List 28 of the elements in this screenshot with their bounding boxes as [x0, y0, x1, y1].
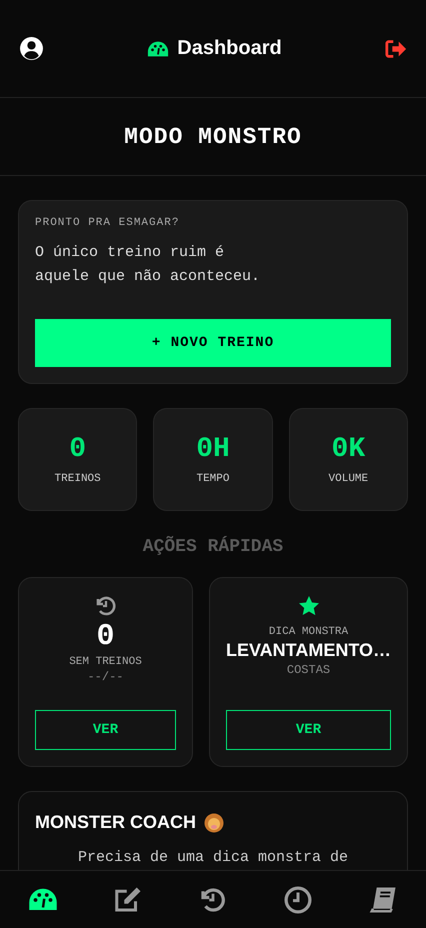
- dashboard-icon: [147, 40, 170, 58]
- coach-text: Precisa de uma dica monstra de: [76, 849, 350, 866]
- logout-icon[interactable]: [385, 38, 407, 58]
- stat-label: TEMPO: [196, 473, 230, 485]
- coach-title: MONSTER COACH: [35, 812, 196, 833]
- status-label: SEM TREINOS: [69, 656, 142, 668]
- lion-icon: [204, 812, 224, 832]
- app-title: Dashboard: [177, 37, 282, 60]
- workout-count: 0: [96, 620, 114, 654]
- section-title: AÇÕES RÁPIDAS: [142, 537, 284, 557]
- muscle-label: COSTAS: [286, 663, 330, 677]
- page-title: MODO MONSTRO: [124, 124, 302, 150]
- stat-value: 0K: [332, 434, 366, 465]
- new-workout-button[interactable]: + NOVO TREINO: [35, 319, 391, 367]
- star-icon: [296, 594, 320, 618]
- tip-label: DICA MONSTRA: [268, 626, 348, 638]
- stat-value: 0H: [196, 434, 230, 465]
- date-text: --/--: [87, 670, 124, 684]
- stat-label: TREINOS: [54, 473, 101, 485]
- view-button[interactable]: VER: [35, 710, 176, 750]
- stat-label: VOLUME: [328, 473, 368, 485]
- eyebrow-text: PRONTO PRA ESMAGAR?: [35, 217, 180, 229]
- history-icon: [94, 594, 118, 618]
- quote-text: O único treino ruim é aquele que não aconteceu.: [35, 243, 262, 287]
- user-icon[interactable]: [19, 36, 44, 61]
- view-button[interactable]: VER: [226, 710, 391, 750]
- exercise-name: LEVANTAMENTO…: [226, 640, 391, 661]
- stat-value: 0: [69, 434, 86, 465]
